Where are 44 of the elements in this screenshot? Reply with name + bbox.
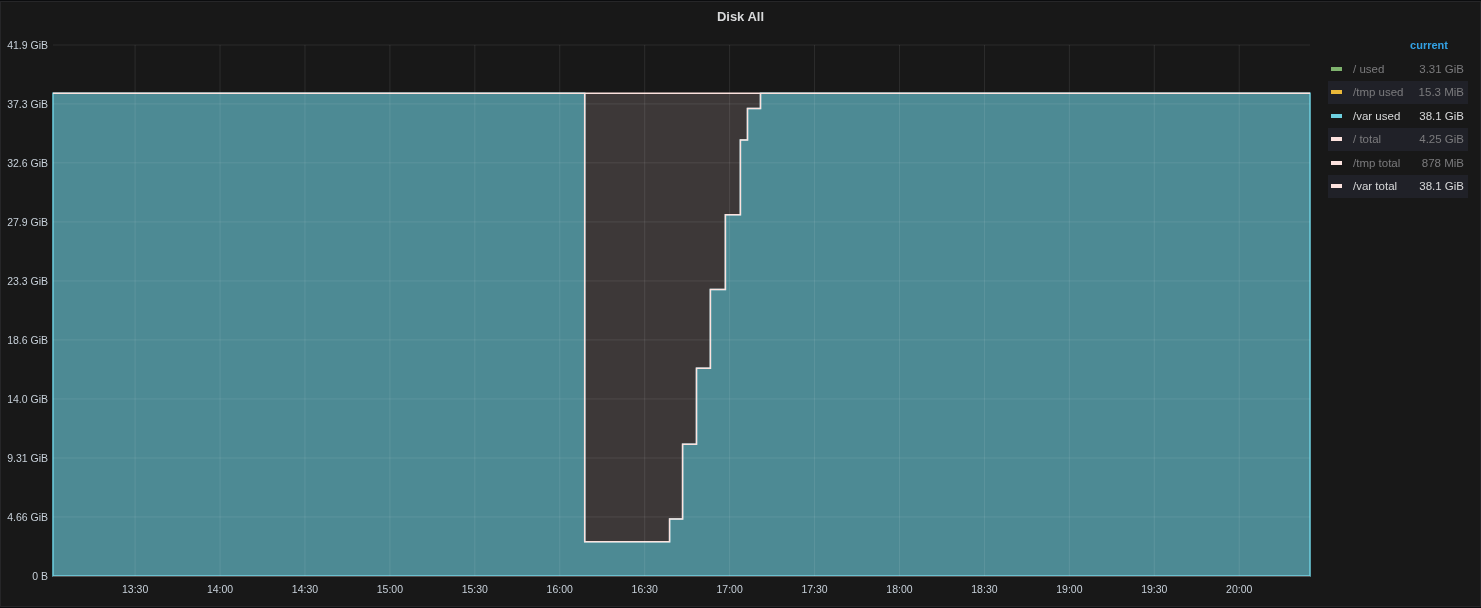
y-axis-label: 41.9 GiB — [7, 39, 48, 51]
x-axis-label: 16:00 — [546, 583, 573, 595]
legend-value: 3.31 GiB — [1419, 62, 1464, 75]
x-axis-label: 20:00 — [1226, 583, 1253, 595]
legend-label: / used — [1353, 62, 1386, 75]
x-axis-label: 14:30 — [291, 583, 319, 595]
y-axis-label: 4.66 GiB — [7, 510, 48, 523]
x-axis-label: 14:00 — [206, 583, 234, 595]
x-axis-label: 19:30 — [1141, 583, 1168, 595]
y-axis-label: 0 B — [32, 570, 48, 582]
legend-row[interactable]: /tmp total 878 MiB — [1328, 151, 1468, 175]
y-axis-label: 18.6 GiB — [7, 333, 48, 346]
legend-value: 878 MiB — [1421, 156, 1464, 169]
legend-label: /tmp used — [1353, 86, 1405, 99]
x-axis-label: 18:00 — [886, 583, 913, 595]
legend-column-header[interactable]: current — [1398, 38, 1468, 52]
legend-row[interactable]: /tmp used 15.3 MiB — [1328, 80, 1468, 104]
legend-row[interactable]: /var used 38.1 GiB — [1328, 104, 1468, 128]
y-axis-label: 23.3 GiB — [7, 274, 48, 287]
y-axis-label: 14.0 GiB — [7, 392, 48, 405]
legend-value: 38.1 GiB — [1419, 180, 1464, 193]
legend-row[interactable]: / total 4.25 GiB — [1328, 127, 1468, 151]
legend-row[interactable]: / used 3.31 GiB — [1328, 57, 1468, 81]
y-axis-label: 37.3 GiB — [7, 97, 48, 110]
x-axis-label: 17:30 — [801, 583, 828, 595]
y-axis-label: 27.9 GiB — [7, 215, 48, 228]
x-axis-label: 16:30 — [631, 583, 658, 595]
legend-value: 15.3 MiB — [1418, 86, 1464, 99]
panel-title: Disk All — [715, 8, 766, 24]
legend-row[interactable]: /var total 38.1 GiB — [1328, 174, 1468, 198]
x-axis-label: 19:00 — [1056, 583, 1083, 595]
y-axis-label: 9.31 GiB — [7, 452, 48, 464]
legend-label: /tmp total — [1353, 156, 1402, 169]
legend-label: / total — [1353, 133, 1383, 146]
legend-value: 38.1 GiB — [1419, 109, 1464, 122]
x-axis-label: 17:00 — [716, 583, 743, 595]
x-axis-label: 15:00 — [376, 583, 404, 595]
x-axis-label: 18:30 — [971, 583, 998, 595]
x-axis-label: 15:30 — [461, 583, 488, 595]
x-axis-label: 13:30 — [121, 583, 149, 595]
legend-label: /var used — [1353, 109, 1402, 122]
y-axis-label: 32.6 GiB — [7, 156, 48, 169]
legend-value: 4.25 GiB — [1419, 133, 1464, 146]
legend-label: /var total — [1353, 180, 1399, 193]
